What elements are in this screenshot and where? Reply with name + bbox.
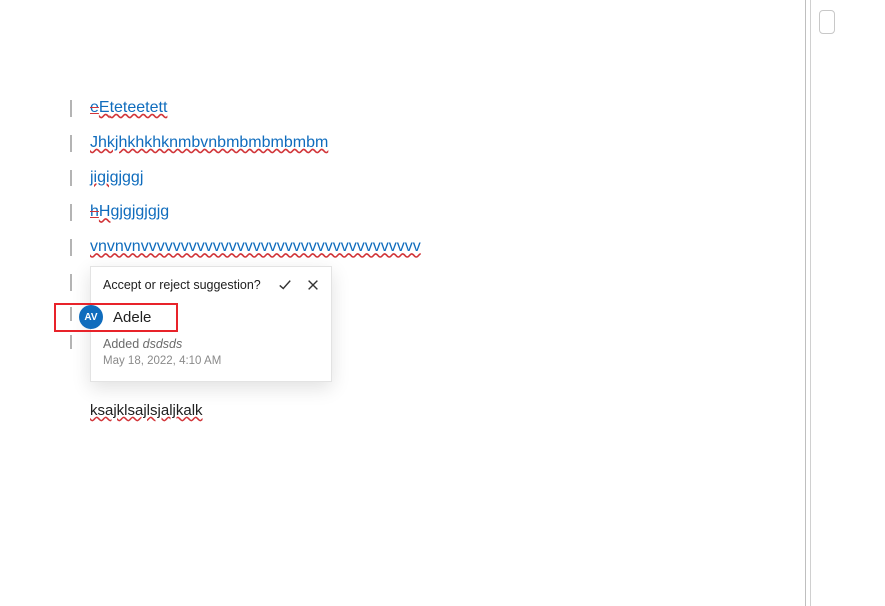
tracked-line[interactable]: hHgjgjgjgjg: [70, 202, 710, 223]
check-icon: [278, 278, 292, 292]
suggestion-author-name: Adele: [113, 309, 151, 326]
change-bar: [70, 307, 72, 321]
suggestion-timestamp: May 18, 2022, 4:10 AM: [103, 355, 319, 367]
change-bar: [70, 239, 72, 256]
suggestion-action: Added dsdsds: [103, 337, 319, 351]
suggestion-action-value: dsdsds: [143, 337, 183, 351]
tracked-text-segment[interactable]: teteetett: [110, 99, 168, 116]
close-icon: [306, 278, 320, 292]
side-panel-divider: [810, 0, 811, 606]
tracked-line[interactable]: Jhkjhkhkhknmbvnbmbmbmbmbm: [70, 133, 710, 154]
document-canvas: eEteteetett Jhkjhkhkhknmbvnbmbmbmbmbm jigi…: [0, 0, 806, 606]
tracked-text-segment[interactable]: h: [90, 203, 99, 220]
tracked-text-segment[interactable]: H: [99, 203, 111, 220]
tracked-line[interactable]: jigigjggj: [70, 168, 710, 189]
tracked-text-segment[interactable]: Jhkjhkhkhknmbvnbmbmbmbmbm: [90, 134, 328, 151]
change-bar: [70, 170, 72, 187]
suggestion-author-row: AV Adele: [79, 305, 319, 329]
suggestion-card-header: Accept or reject suggestion?: [91, 267, 331, 301]
tracked-text-segment[interactable]: vnvnvnvvvvvvvvvvvvvvvvvvvvvvvvvvvvvvvvvv…: [90, 238, 421, 255]
body-paragraph[interactable]: ksajklsajlsjaljkalk: [90, 402, 203, 419]
suggestion-card: Accept or reject suggestion? AV Adele Ad…: [90, 266, 332, 382]
suggestion-prompt: Accept or reject suggestion?: [103, 278, 277, 292]
tracked-text-segment[interactable]: gjgjgjgjg: [110, 203, 169, 220]
accept-suggestion-button[interactable]: [277, 277, 293, 293]
suggestion-action-verb: Added: [103, 337, 139, 351]
panel-toggle-button[interactable]: [819, 10, 835, 34]
reject-suggestion-button[interactable]: [305, 277, 321, 293]
change-bar: [70, 204, 72, 221]
change-bar: [70, 335, 72, 349]
tracked-line[interactable]: vnvnvnvvvvvvvvvvvvvvvvvvvvvvvvvvvvvvvvvv…: [70, 237, 710, 258]
change-bar: [70, 274, 72, 291]
change-bar: [70, 135, 72, 152]
avatar: AV: [79, 305, 103, 329]
tracked-text-segment[interactable]: jigigjggj: [90, 169, 143, 186]
change-bar: [70, 100, 72, 117]
tracked-text-segment[interactable]: e: [90, 99, 99, 116]
tracked-text-segment[interactable]: E: [99, 99, 110, 116]
tracked-line[interactable]: eEteteetett: [70, 98, 710, 119]
page-edge: [805, 0, 806, 606]
